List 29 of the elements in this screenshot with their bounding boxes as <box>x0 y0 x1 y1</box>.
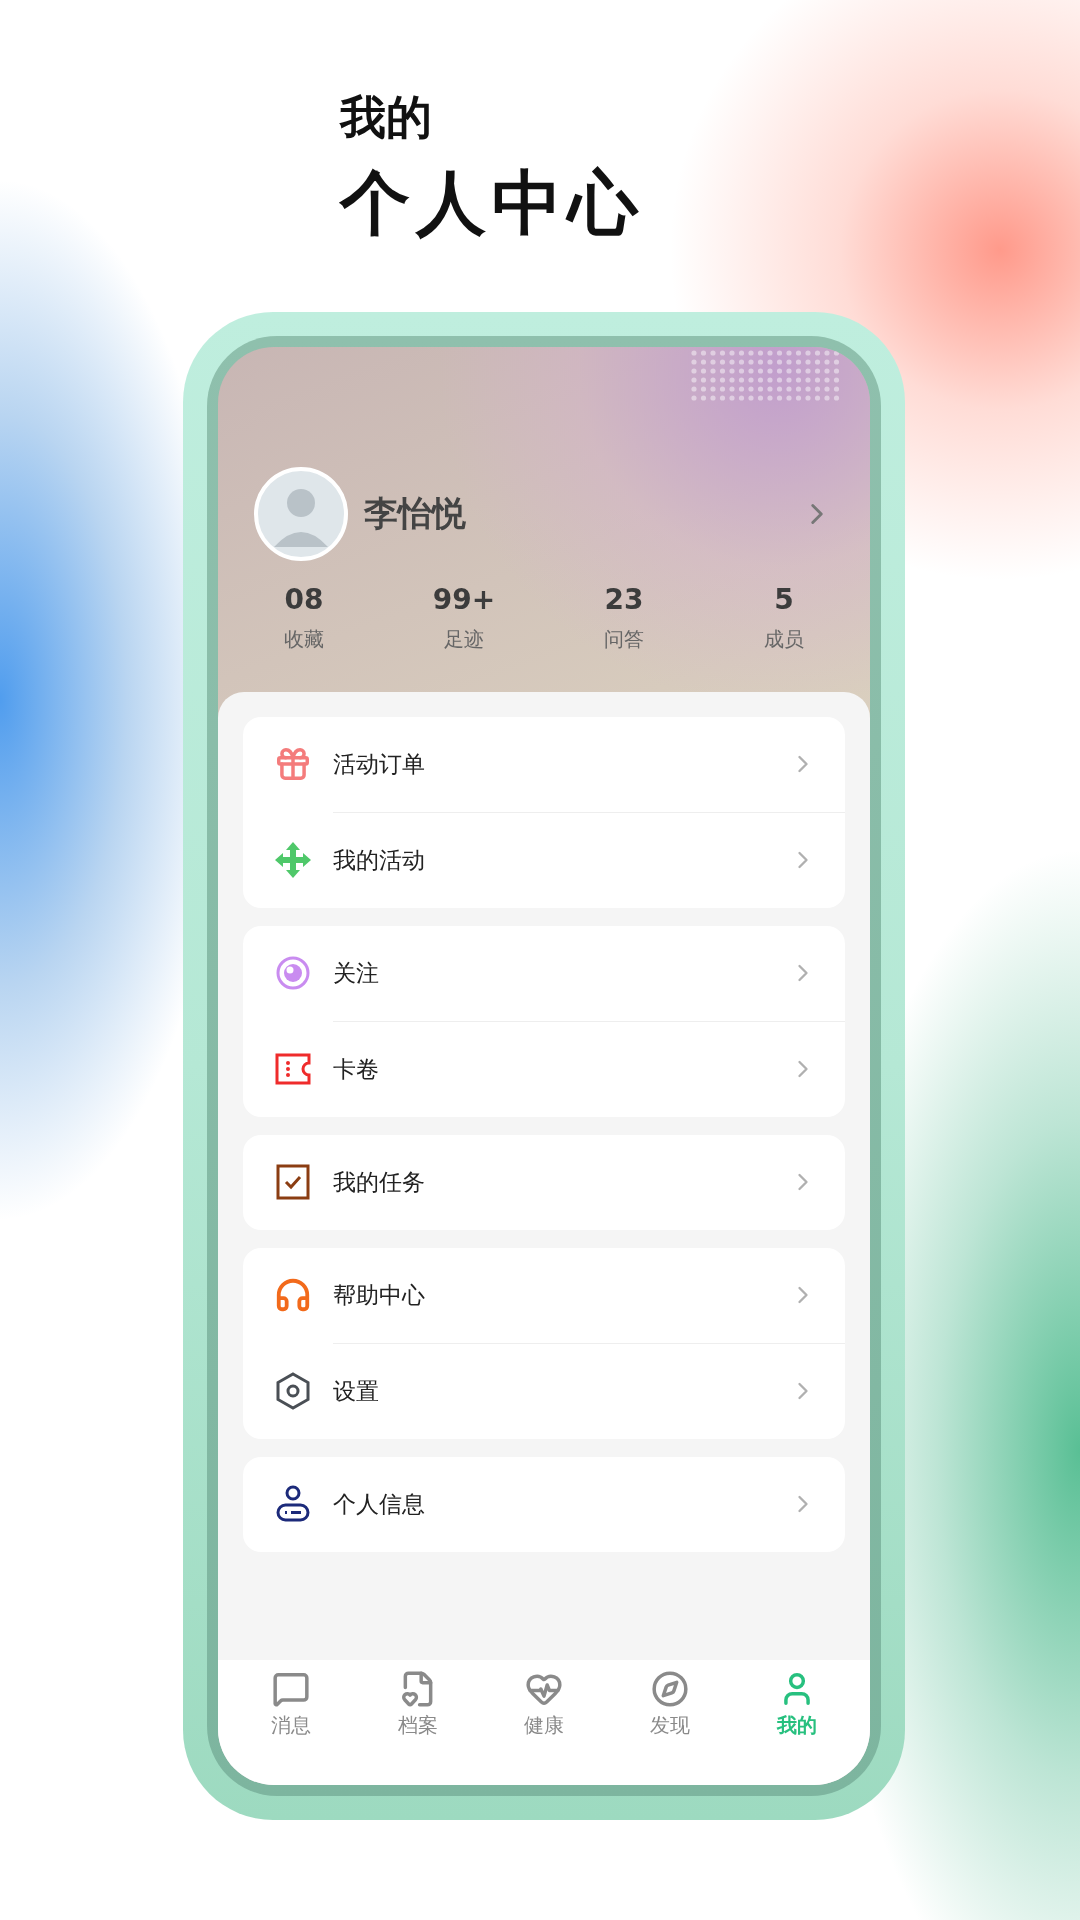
stat-label: 成员 <box>764 625 804 653</box>
compass-icon <box>651 1669 690 1708</box>
stat-value: 5 <box>774 582 794 616</box>
tab[interactable]: 消息 <box>228 1667 355 1739</box>
stat-value: 99+ <box>432 582 496 616</box>
person-card-icon <box>275 1485 311 1524</box>
stat-label: 问答 <box>604 625 644 653</box>
page-subtitle: 我的 <box>340 92 432 143</box>
stat-label: 足迹 <box>444 625 484 653</box>
menu-item[interactable]: 我的活动 <box>333 844 789 876</box>
settings-icon <box>275 1372 311 1411</box>
tab[interactable]: 发现 <box>607 1667 734 1739</box>
profile-name: 李怡悦 <box>364 491 467 535</box>
menu-item[interactable]: 卡卷 <box>333 1053 789 1085</box>
menu-item[interactable]: 我的任务 <box>333 1166 789 1198</box>
checkbox-icon <box>276 1164 310 1201</box>
menu-item[interactable]: 设置 <box>333 1375 789 1407</box>
menu-item[interactable]: 个人信息 <box>333 1488 789 1520</box>
menu-item[interactable]: 活动订单 <box>333 748 789 780</box>
menu-item[interactable]: 帮助中心 <box>333 1279 789 1311</box>
page-title: 个人中心 <box>340 164 644 242</box>
four-arrows-icon <box>274 841 312 880</box>
ticket-icon <box>275 1053 311 1086</box>
stat-label: 收藏 <box>284 625 324 653</box>
stat-value: 23 <box>604 582 644 616</box>
stat-value: 08 <box>284 582 324 616</box>
tab[interactable]: 健康 <box>480 1667 608 1739</box>
menu-item[interactable]: 关注 <box>333 957 789 989</box>
eye-circle-icon <box>275 955 311 992</box>
